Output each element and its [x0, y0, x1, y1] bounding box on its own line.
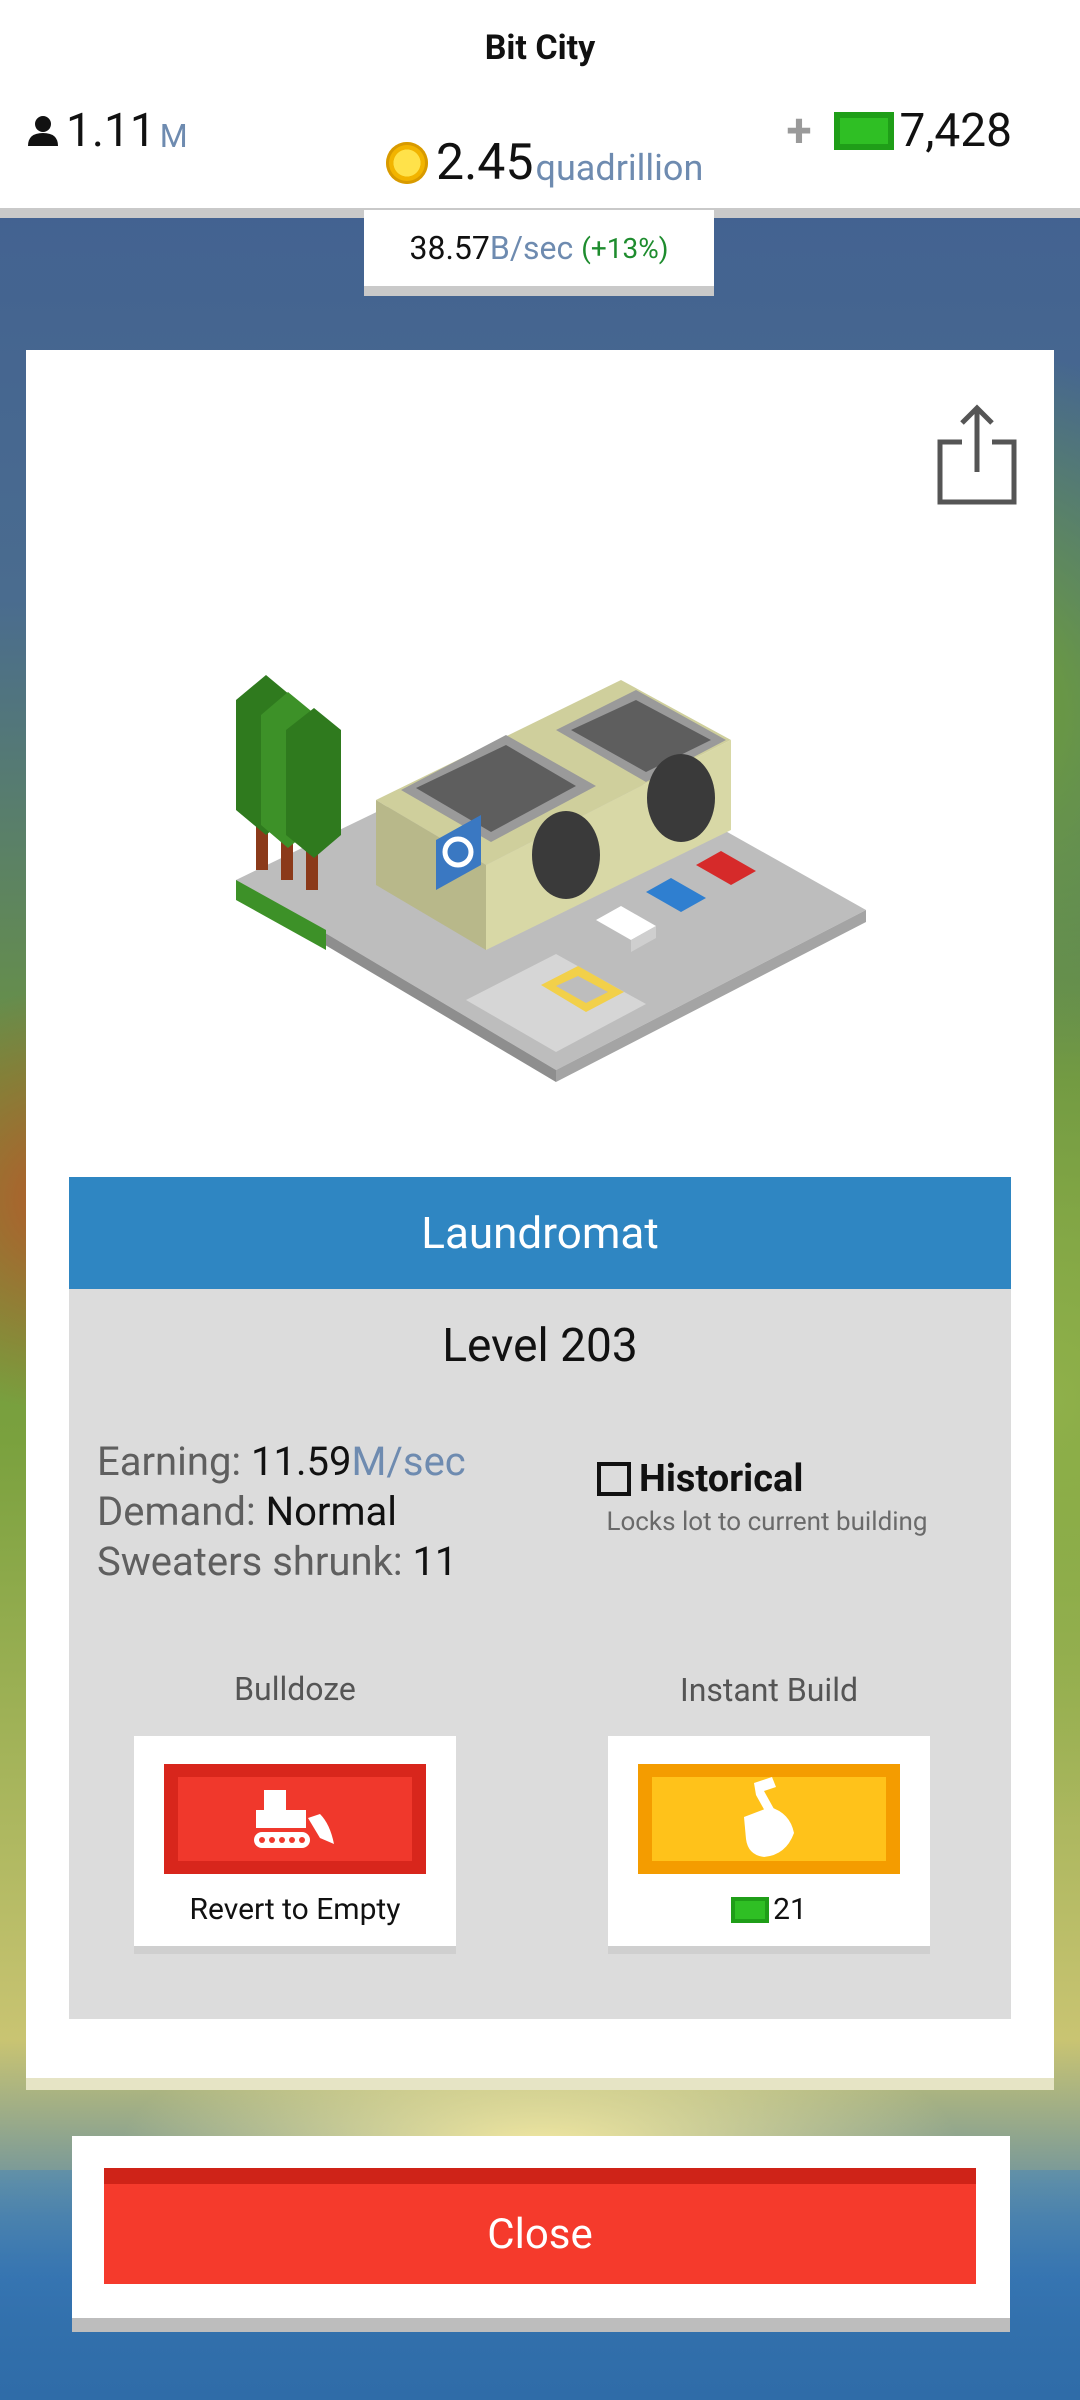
instant-build-cost: 21 [608, 1892, 930, 1927]
coin-balance: 2.45 quadrillion [386, 134, 703, 192]
earning-unit: M/sec [351, 1438, 466, 1485]
coin-unit: quadrillion [535, 147, 704, 189]
historical-checkbox[interactable] [597, 1462, 631, 1496]
earning-value: 11.59 [251, 1438, 352, 1485]
historical-label: Historical [639, 1457, 804, 1501]
population-value: 1.11 [66, 104, 156, 158]
rate-value: 38.57 [409, 229, 490, 267]
bulldoze-button-face[interactable] [164, 1764, 426, 1874]
top-bar: Bit City 1.11 M 2.45 quadrillion + 7,428 [0, 0, 1080, 218]
bulldoze-button[interactable]: Revert to Empty [134, 1736, 456, 1946]
sweaters-label: Sweaters shrunk: [97, 1538, 403, 1585]
building-level: Level 203 [442, 1319, 638, 1373]
instant-build-title: Instant Build [679, 1671, 859, 1709]
bucks-balance[interactable]: + 7,428 [786, 104, 1012, 158]
bulldoze-caption: Revert to Empty [189, 1892, 401, 1927]
earning-row: Earning: 11.59M/sec [97, 1437, 466, 1487]
demand-row: Demand: Normal [97, 1487, 466, 1537]
bulldozer-icon [254, 1790, 334, 1848]
historical-description: Locks lot to current building [606, 1507, 928, 1537]
add-bucks-button[interactable]: + [786, 104, 811, 158]
demand-label: Demand: [97, 1488, 256, 1535]
hammer-hand-icon [744, 1777, 794, 1857]
instant-build-cost-value: 21 [773, 1892, 807, 1927]
coin-value: 2.45 [436, 134, 534, 192]
rate-bonus: (+13%) [581, 231, 669, 265]
building-stats: Earning: 11.59M/sec Demand: Normal Sweat… [97, 1437, 466, 1587]
sweaters-row: Sweaters shrunk: 11 [97, 1537, 466, 1587]
demand-value: Normal [265, 1488, 398, 1535]
cash-icon [833, 112, 894, 150]
sweaters-value: 11 [412, 1538, 458, 1585]
historical-row[interactable]: Historical [597, 1457, 937, 1501]
bulldoze-title-label: Bulldoze [234, 1670, 356, 1708]
earning-label: Earning: [97, 1438, 242, 1485]
bucks-value: 7,428 [899, 104, 1012, 158]
coin-icon [386, 142, 428, 184]
share-icon[interactable] [932, 400, 1022, 510]
building-name: Laundromat [69, 1177, 1011, 1289]
close-container: Close [72, 2136, 1010, 2332]
income-rate: 38.57 B/sec (+13%) [364, 210, 714, 296]
historical-toggle[interactable]: Historical Locks lot to current building [597, 1457, 937, 1537]
cash-icon [731, 1896, 770, 1923]
population-unit: M [159, 117, 188, 155]
person-icon [28, 116, 58, 146]
city-name: Bit City [484, 28, 596, 68]
instant-build-button-face[interactable] [638, 1764, 900, 1874]
close-button[interactable]: Close [104, 2168, 976, 2284]
building-illustration [236, 675, 866, 1082]
rate-unit: B/sec [489, 229, 574, 267]
population-counter: 1.11 M [26, 104, 188, 158]
instant-build-button[interactable]: 21 [608, 1736, 930, 1946]
